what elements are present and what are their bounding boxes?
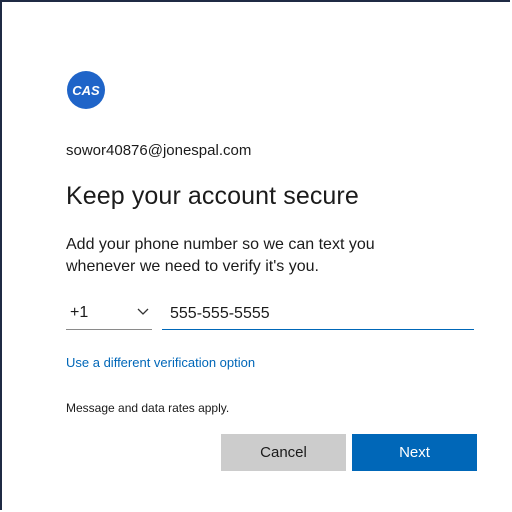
phone-number-input[interactable] <box>162 298 474 330</box>
next-button[interactable]: Next <box>352 434 477 471</box>
different-verification-link[interactable]: Use a different verification option <box>66 355 255 370</box>
cas-logo: CAS <box>66 70 106 110</box>
cancel-button[interactable]: Cancel <box>221 434 346 471</box>
svg-text:CAS: CAS <box>72 83 100 98</box>
account-email: sowor40876@jonespal.com <box>66 142 252 159</box>
rates-disclaimer: Message and data rates apply. <box>66 401 230 415</box>
chevron-down-icon <box>137 308 149 315</box>
page-title: Keep your account secure <box>66 182 359 210</box>
dialog-frame: CAS sowor40876@jonespal.com Keep your ac… <box>0 0 510 510</box>
country-code-select[interactable]: +1 <box>66 298 152 330</box>
instructions-text: Add your phone number so we can text you… <box>66 236 375 275</box>
country-code-value: +1 <box>70 304 89 321</box>
